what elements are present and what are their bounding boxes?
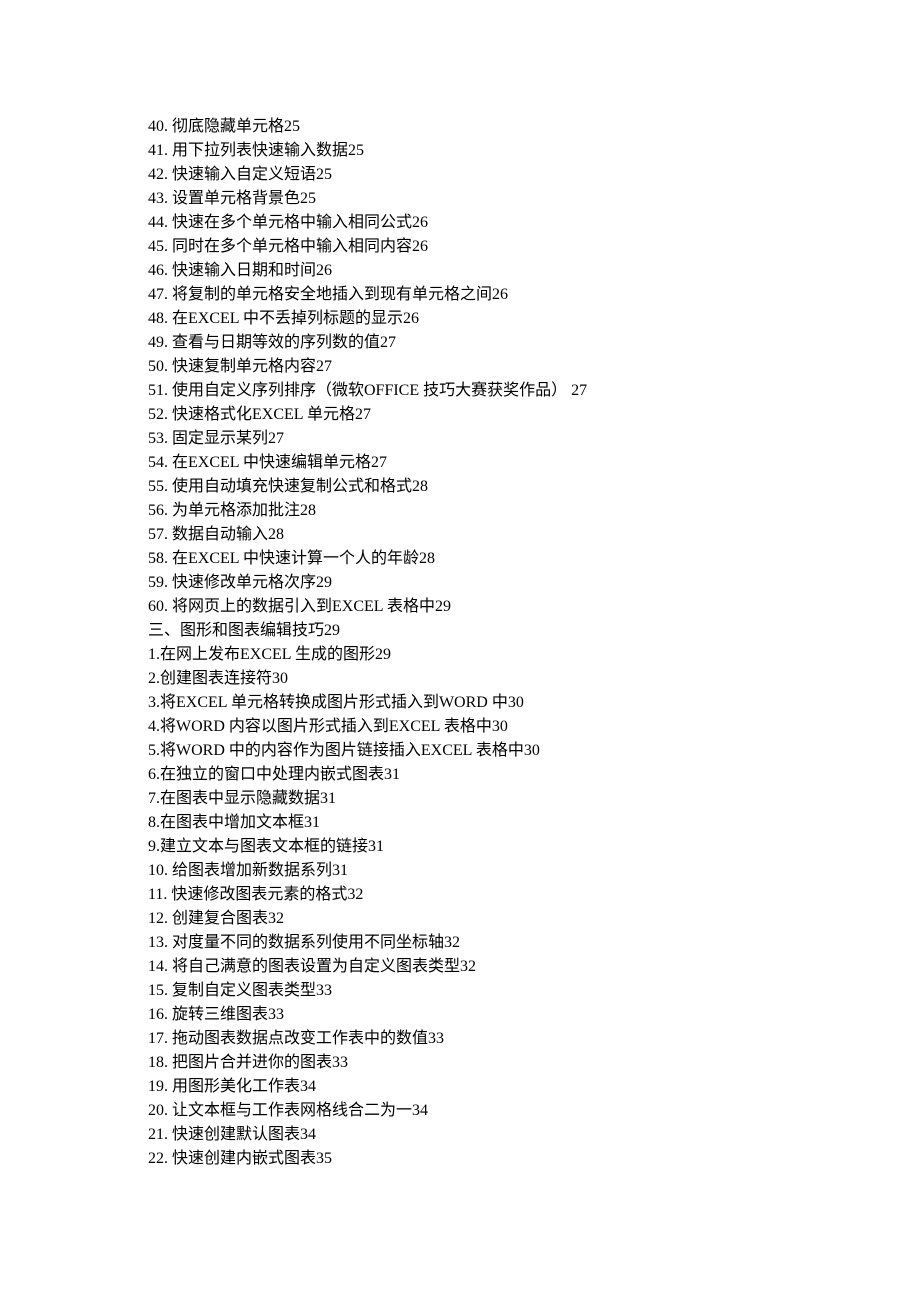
- toc-entry: 58. 在EXCEL 中快速计算一个人的年龄28: [148, 547, 920, 571]
- toc-entry: 17. 拖动图表数据点改变工作表中的数值33: [148, 1027, 920, 1051]
- toc-entry: 47. 将复制的单元格安全地插入到现有单元格之间26: [148, 283, 920, 307]
- toc-entry: 56. 为单元格添加批注28: [148, 499, 920, 523]
- toc-entry: 40. 彻底隐藏单元格25: [148, 115, 920, 139]
- toc-entry: 19. 用图形美化工作表34: [148, 1075, 920, 1099]
- toc-entry: 57. 数据自动输入28: [148, 523, 920, 547]
- toc-entry: 5.将WORD 中的内容作为图片链接插入EXCEL 表格中30: [148, 739, 920, 763]
- toc-entry: 54. 在EXCEL 中快速编辑单元格27: [148, 451, 920, 475]
- toc-entry: 6.在独立的窗口中处理内嵌式图表31: [148, 763, 920, 787]
- toc-entry: 9.建立文本与图表文本框的链接31: [148, 835, 920, 859]
- toc-entry: 16. 旋转三维图表33: [148, 1003, 920, 1027]
- toc-entry: 48. 在EXCEL 中不丢掉列标题的显示26: [148, 307, 920, 331]
- toc-entry: 20. 让文本框与工作表网格线合二为一34: [148, 1099, 920, 1123]
- toc-entry: 4.将WORD 内容以图片形式插入到EXCEL 表格中30: [148, 715, 920, 739]
- toc-entry: 11. 快速修改图表元素的格式32: [148, 883, 920, 907]
- toc-entry: 53. 固定显示某列27: [148, 427, 920, 451]
- toc-entry: 13. 对度量不同的数据系列使用不同坐标轴32: [148, 931, 920, 955]
- toc-entry: 55. 使用自动填充快速复制公式和格式28: [148, 475, 920, 499]
- toc-entry: 22. 快速创建内嵌式图表35: [148, 1147, 920, 1171]
- toc-entry: 45. 同时在多个单元格中输入相同内容26: [148, 235, 920, 259]
- toc-entry: 1.在网上发布EXCEL 生成的图形29: [148, 643, 920, 667]
- toc-entry: 10. 给图表增加新数据系列31: [148, 859, 920, 883]
- toc-entry: 三、图形和图表编辑技巧29: [148, 619, 920, 643]
- toc-entry: 7.在图表中显示隐藏数据31: [148, 787, 920, 811]
- toc-entry: 8.在图表中增加文本框31: [148, 811, 920, 835]
- toc-entry: 14. 将自己满意的图表设置为自定义图表类型32: [148, 955, 920, 979]
- toc-entry: 52. 快速格式化EXCEL 单元格27: [148, 403, 920, 427]
- toc-entry: 21. 快速创建默认图表34: [148, 1123, 920, 1147]
- toc-entry: 51. 使用自定义序列排序（微软OFFICE 技巧大赛获奖作品） 27: [148, 379, 920, 403]
- table-of-contents: 40. 彻底隐藏单元格2541. 用下拉列表快速输入数据2542. 快速输入自定…: [148, 115, 920, 1171]
- toc-entry: 2.创建图表连接符30: [148, 667, 920, 691]
- toc-entry: 3.将EXCEL 单元格转换成图片形式插入到WORD 中30: [148, 691, 920, 715]
- toc-entry: 15. 复制自定义图表类型33: [148, 979, 920, 1003]
- toc-entry: 18. 把图片合并进你的图表33: [148, 1051, 920, 1075]
- toc-entry: 41. 用下拉列表快速输入数据25: [148, 139, 920, 163]
- toc-entry: 59. 快速修改单元格次序29: [148, 571, 920, 595]
- toc-entry: 60. 将网页上的数据引入到EXCEL 表格中29: [148, 595, 920, 619]
- toc-entry: 50. 快速复制单元格内容27: [148, 355, 920, 379]
- document-page: 40. 彻底隐藏单元格2541. 用下拉列表快速输入数据2542. 快速输入自定…: [0, 0, 920, 1302]
- toc-entry: 49. 查看与日期等效的序列数的值27: [148, 331, 920, 355]
- toc-entry: 12. 创建复合图表32: [148, 907, 920, 931]
- toc-entry: 42. 快速输入自定义短语25: [148, 163, 920, 187]
- toc-entry: 43. 设置单元格背景色25: [148, 187, 920, 211]
- toc-entry: 46. 快速输入日期和时间26: [148, 259, 920, 283]
- toc-entry: 44. 快速在多个单元格中输入相同公式26: [148, 211, 920, 235]
